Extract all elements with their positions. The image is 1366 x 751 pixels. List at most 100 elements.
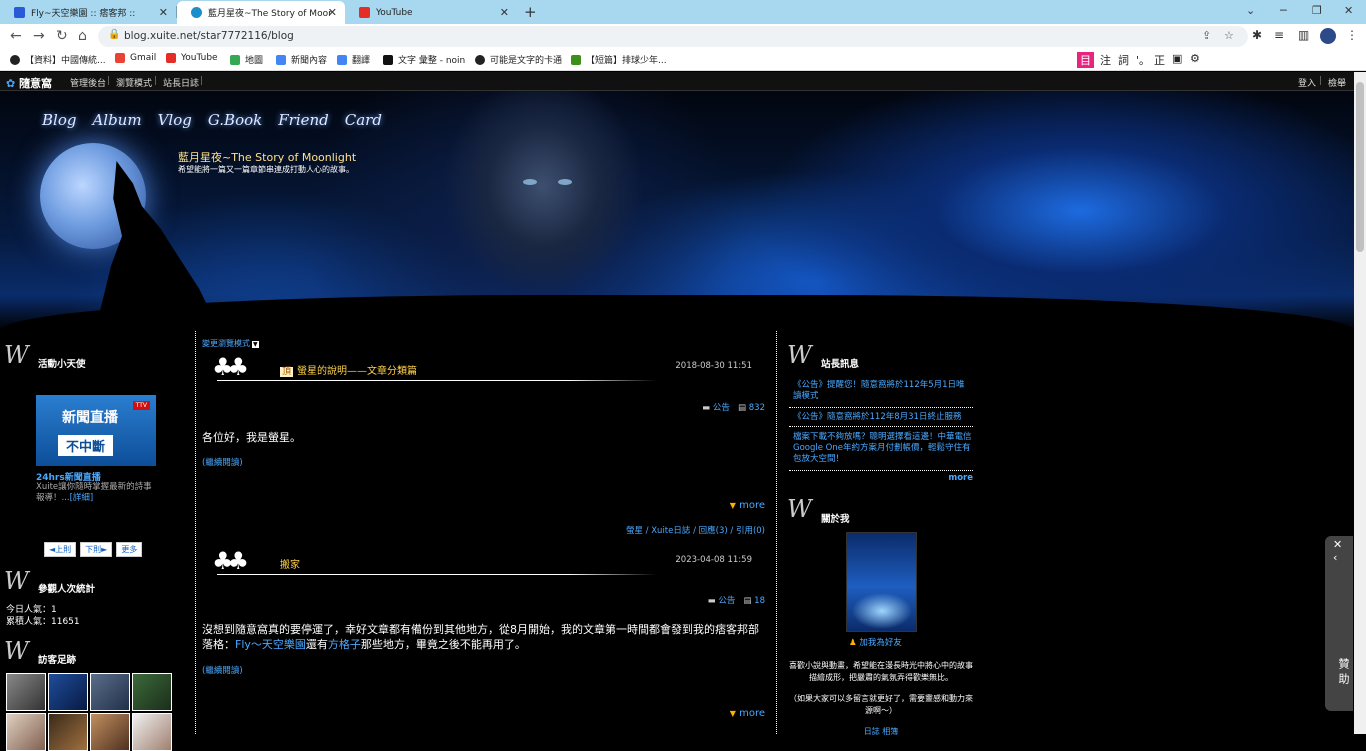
ext-book-icon[interactable]: ▣ bbox=[1172, 52, 1182, 65]
post-body: 各位好，我是螢星。 bbox=[202, 431, 301, 444]
notice-item[interactable]: 《公告》隨意窩將於112年8月31日終止服務 bbox=[793, 412, 973, 423]
scrollbar-thumb[interactable] bbox=[1356, 82, 1364, 252]
nav-blog[interactable]: Blog bbox=[42, 111, 76, 129]
address-bar[interactable]: 🔒 blog.xuite.net/star7772116/blog ⇪ ☆ bbox=[98, 26, 1248, 47]
reload-icon[interactable]: ↻ bbox=[56, 28, 68, 44]
tab-fly[interactable]: Fly~天空樂園 :: 痞客邦 :: ✕ bbox=[0, 1, 176, 24]
extensions-icon[interactable]: ✱ bbox=[1252, 28, 1262, 42]
nav-album[interactable]: Album bbox=[92, 111, 141, 129]
read-more-link[interactable]: (繼續閱讀) bbox=[202, 664, 243, 676]
ext-punct-button[interactable]: '。 bbox=[1136, 52, 1150, 68]
ext-ci-button[interactable]: 詞 bbox=[1118, 52, 1129, 68]
close-icon[interactable]: ✕ bbox=[159, 6, 168, 19]
login-link[interactable]: 登入 bbox=[1298, 76, 1316, 89]
visitor-avatar[interactable] bbox=[132, 713, 172, 751]
nav-card[interactable]: Card bbox=[345, 111, 382, 129]
menu-icon[interactable]: ⋮ bbox=[1346, 28, 1358, 42]
more-link[interactable]: ▼ more bbox=[730, 500, 765, 511]
bookmark-item[interactable]: 【短篇】排球少年... bbox=[571, 53, 667, 66]
minimize-icon[interactable]: ─ bbox=[1280, 4, 1287, 17]
category-link[interactable]: 公告 bbox=[713, 403, 730, 413]
read-more-link[interactable]: (繼續閱讀) bbox=[202, 456, 243, 468]
bookmark-item[interactable]: YouTube bbox=[166, 53, 218, 63]
vocus-link[interactable]: 方格子 bbox=[328, 638, 361, 651]
divider: | bbox=[154, 76, 158, 86]
forward-icon[interactable]: → bbox=[33, 28, 45, 44]
restore-icon[interactable]: ❐ bbox=[1312, 4, 1322, 17]
close-window-icon[interactable]: ✕ bbox=[1344, 4, 1353, 17]
back-icon[interactable]: ← bbox=[10, 28, 22, 44]
sponsor-panel[interactable]: ✕ ‹ 贊助 bbox=[1325, 536, 1353, 711]
blog-title[interactable]: 藍月星夜~The Story of Moonlight bbox=[178, 149, 356, 165]
chevron-left-icon[interactable]: ‹ bbox=[1333, 551, 1337, 564]
visitor-avatar[interactable] bbox=[90, 673, 130, 711]
sidepanel-icon[interactable]: ▥ bbox=[1298, 28, 1309, 42]
notice-item[interactable]: 《公告》提醒您！隨意窩將於112年5月1日唯讀模式 bbox=[793, 380, 973, 402]
notice-item[interactable]: 檔案下載不夠放嗎？聰明選擇看這邊！中華電信Google One年約方案月付劃帳價… bbox=[793, 432, 973, 465]
bookmark-item[interactable]: Gmail bbox=[115, 53, 156, 63]
ext-zheng-button[interactable]: 正 bbox=[1154, 52, 1165, 68]
page-scrollbar[interactable] bbox=[1354, 72, 1366, 734]
about-links[interactable]: 日誌 相簿 bbox=[789, 726, 973, 738]
fly-link[interactable]: Fly～天空樂園 bbox=[235, 638, 306, 651]
prev-button[interactable]: ◄上則 bbox=[44, 542, 77, 557]
browse-mode-link[interactable]: 瀏覽模式 bbox=[116, 76, 152, 89]
translate-icon bbox=[337, 54, 347, 65]
bookmark-item[interactable]: 地圖 bbox=[230, 53, 263, 66]
close-icon[interactable]: ✕ bbox=[500, 6, 509, 19]
star-icon[interactable]: ☆ bbox=[1224, 29, 1234, 42]
notice-more-link[interactable]: more bbox=[948, 473, 973, 483]
new-tab-button[interactable]: + bbox=[524, 3, 537, 21]
share-icon[interactable]: ⇪ bbox=[1202, 29, 1211, 42]
nav-gbook[interactable]: G.Book bbox=[208, 111, 262, 129]
category-link[interactable]: 公告 bbox=[718, 596, 735, 606]
bookmark-item[interactable]: 翻譯 bbox=[337, 53, 370, 66]
ext-icon[interactable]: 目 bbox=[1077, 52, 1094, 68]
post-footer[interactable]: 螢星 / Xuite日誌 / 回應(3) / 引用(0) bbox=[626, 524, 765, 536]
tab-youtube[interactable]: YouTube ✕ bbox=[345, 1, 517, 24]
change-view-mode-link[interactable]: 變更瀏覽模式 ▼ bbox=[202, 338, 259, 349]
chevron-down-icon[interactable]: ⌄ bbox=[1246, 4, 1255, 17]
next-button[interactable]: 下則► bbox=[80, 542, 113, 557]
site-log-link[interactable]: 站長日誌 bbox=[163, 76, 199, 89]
post-title-link[interactable]: 頂螢星的說明——文章分類篇 bbox=[280, 362, 417, 377]
xuite-topbar: ✿ 隨意窩 管理後台 | 瀏覽模式 | 站長日誌 | 登入 | 檢舉 bbox=[0, 72, 1354, 91]
visitor-avatar[interactable] bbox=[6, 673, 46, 711]
add-friend-link[interactable]: ♟ 加我為好友 bbox=[849, 636, 902, 648]
profile-avatar[interactable] bbox=[1320, 28, 1336, 44]
visitor-avatar[interactable] bbox=[48, 713, 88, 751]
divider bbox=[789, 407, 973, 408]
post-title-link[interactable]: 搬家 bbox=[280, 556, 300, 571]
bookmark-item[interactable]: 新聞內容 bbox=[276, 53, 327, 66]
visitor-avatar[interactable] bbox=[90, 713, 130, 751]
nav-vlog[interactable]: Vlog bbox=[158, 111, 192, 129]
more-link[interactable]: ▼ more bbox=[730, 708, 765, 719]
bookmark-item[interactable]: 文字 彙整 - noin bbox=[383, 53, 465, 66]
close-icon[interactable]: ✕ bbox=[1333, 538, 1342, 551]
close-icon[interactable]: ✕ bbox=[328, 6, 337, 19]
visitor-avatar[interactable] bbox=[48, 673, 88, 711]
home-icon[interactable]: ⌂ bbox=[78, 28, 87, 44]
visitor-avatar[interactable] bbox=[132, 673, 172, 711]
view-count: 18 bbox=[754, 596, 765, 606]
bookmark-item[interactable]: 可能是文字的卡通 bbox=[475, 53, 562, 66]
news-live-banner[interactable]: TTV 新聞直播 不中斷 bbox=[36, 395, 156, 466]
sponsor-label[interactable]: 贊助 bbox=[1335, 658, 1351, 688]
visitor-avatar[interactable] bbox=[6, 713, 46, 751]
media-icon[interactable]: ≡ bbox=[1274, 28, 1284, 42]
left-sidebar: W 活動小天使 TTV 新聞直播 不中斷 24hrs新聞直播 Xuite讓你隨時… bbox=[0, 331, 194, 751]
report-link[interactable]: 檢舉 bbox=[1328, 76, 1346, 89]
xuite-logo[interactable]: ✿ 隨意窩 bbox=[6, 75, 52, 91]
ext-zhu-button[interactable]: 注 bbox=[1100, 52, 1111, 68]
more-button[interactable]: 更多 bbox=[116, 542, 143, 557]
gear-icon[interactable]: ⚙ bbox=[1190, 52, 1200, 65]
nav-friend[interactable]: Friend bbox=[278, 111, 329, 129]
section-title: 活動小天使 bbox=[38, 359, 86, 370]
post-date: 2023-04-08 11:59 bbox=[675, 555, 752, 565]
url-text[interactable]: blog.xuite.net/star7772116/blog bbox=[124, 30, 294, 42]
detail-link[interactable]: [詳細] bbox=[70, 493, 94, 503]
lock-icon[interactable]: 🔒 bbox=[108, 29, 120, 40]
bookmark-item[interactable]: 【資料】中國傳統... bbox=[10, 53, 106, 66]
tab-moonlight[interactable]: 藍月星夜~The Story of Moonlight ✕ bbox=[177, 1, 345, 24]
admin-link[interactable]: 管理後台 bbox=[70, 76, 106, 89]
